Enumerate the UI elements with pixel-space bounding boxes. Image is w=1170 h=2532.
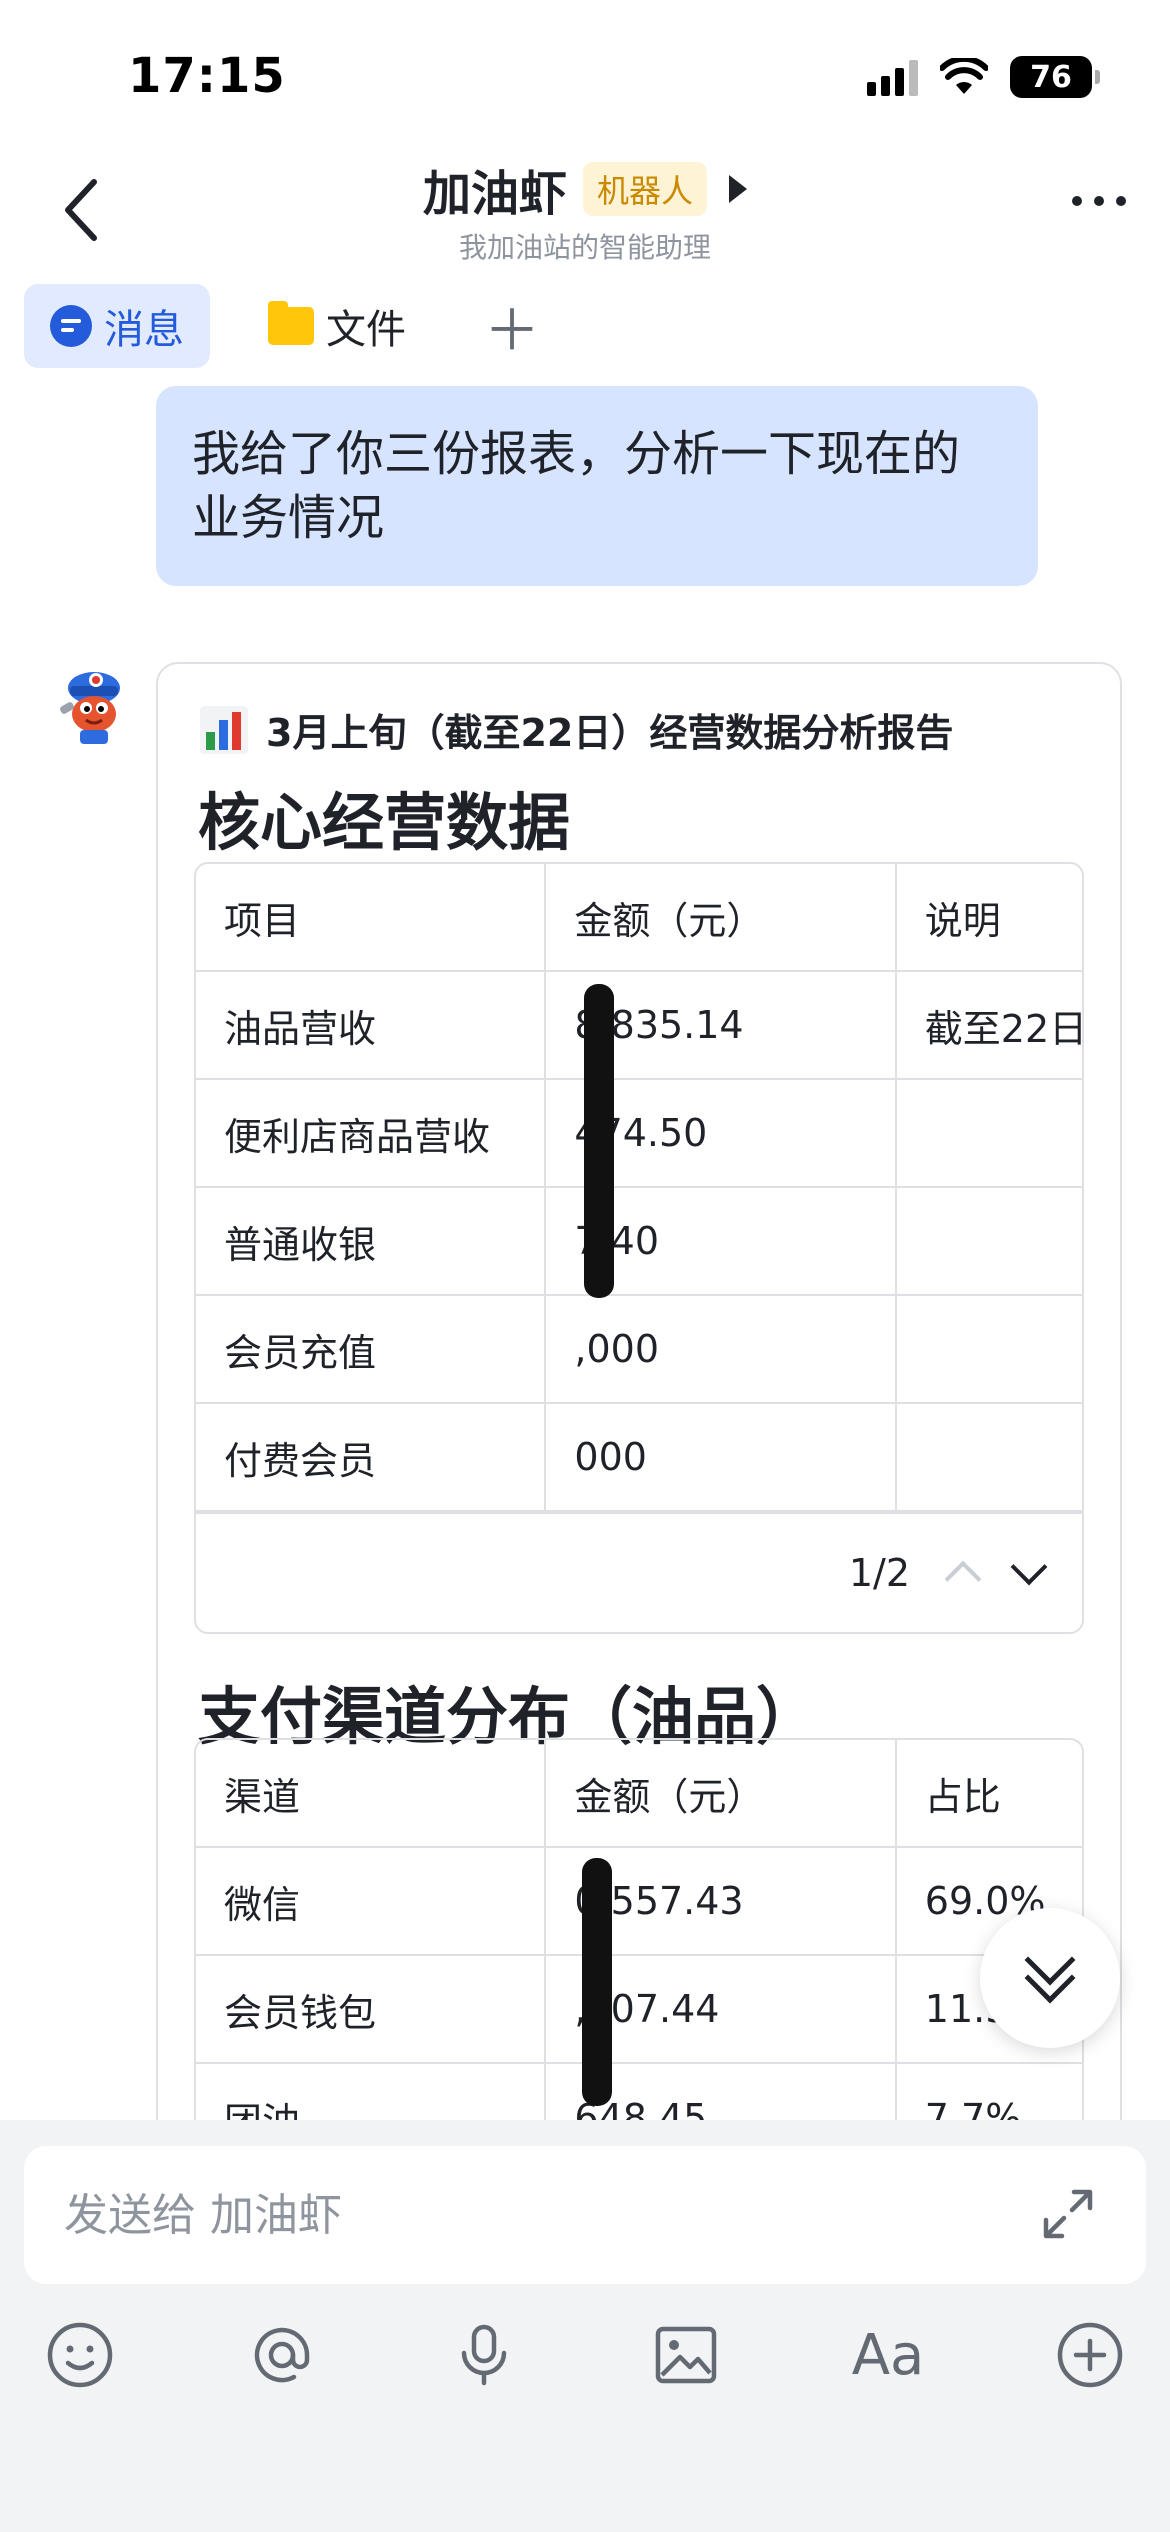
bot-report-card[interactable]: 3月上旬（截至22日）经营数据分析报告 核心经营数据 项目 金额（元） 说明 油…: [156, 662, 1122, 2120]
image-button[interactable]: [650, 2319, 722, 2391]
chat-title-row[interactable]: 加油虾 机器人: [0, 154, 1170, 224]
table-row: 会员钱包 ,907.44 11.5: [196, 1956, 1082, 2064]
chat-tabs: 消息 文件 ＋: [24, 284, 560, 368]
plus-circle-icon: [1057, 2322, 1123, 2388]
message-composer[interactable]: [24, 2146, 1146, 2284]
report-title: 3月上旬（截至22日）经营数据分析报告: [266, 711, 954, 755]
report-title-row: 3月上旬（截至22日）经营数据分析报告: [200, 702, 953, 757]
cellular-signal-icon: [867, 58, 918, 96]
table-header-cell: 项目: [196, 864, 547, 970]
emoji-icon: [47, 2322, 113, 2388]
table-cell: 普通收银: [196, 1188, 547, 1294]
table-row: 微信 0,557.43 69.0%: [196, 1848, 1082, 1956]
table-cell: 7.7%: [924, 2096, 1022, 2120]
bar-chart-icon: [200, 705, 248, 754]
chat-title: 加油虾: [422, 166, 567, 222]
status-time: 17:15: [128, 48, 286, 104]
wifi-icon: [940, 58, 988, 94]
battery-icon: 76: [1010, 56, 1100, 98]
redaction-mark: [584, 984, 614, 1298]
section-title-core-data: 核心经营数据: [198, 786, 571, 859]
font-format-icon: Aa: [851, 2322, 925, 2388]
table-row: 付费会员 000: [196, 1404, 1082, 1512]
microphone-icon: [461, 2324, 507, 2386]
table-cell: 油品营收: [196, 972, 547, 1078]
bot-badge: 机器人: [583, 162, 708, 216]
chevron-up-icon[interactable]: [944, 1560, 982, 1598]
redaction-mark: [582, 1858, 612, 2106]
tab-messages[interactable]: 消息: [24, 284, 210, 368]
table-row: 普通收银 7.40: [196, 1188, 1082, 1296]
table-cell: 团油: [196, 2064, 547, 2120]
table-cell: 微信: [196, 1848, 547, 1954]
table-pager: 1/2: [196, 1512, 1082, 1632]
voice-button[interactable]: [448, 2319, 520, 2391]
emoji-button[interactable]: [44, 2319, 116, 2391]
play-triangle-icon: [729, 175, 748, 203]
expand-icon[interactable]: [1038, 2184, 1098, 2244]
message-input[interactable]: [64, 2182, 964, 2248]
table-cell: 会员钱包: [196, 1956, 547, 2062]
add-tab-plus-icon[interactable]: ＋: [464, 286, 560, 367]
tab-messages-label: 消息: [104, 307, 184, 353]
table-cell: ,000: [546, 1296, 897, 1402]
table-cell: 会员充值: [196, 1296, 547, 1402]
table-cell: 截至22日: [924, 1006, 1082, 1051]
table-header-cell: 渠道: [196, 1740, 547, 1846]
payment-channel-table[interactable]: 渠道 金额（元） 占比 微信 0,557.43 69.0% 会员钱包 ,907.…: [194, 1738, 1084, 2120]
status-bar: 17:15 76: [0, 0, 1170, 140]
table-cell: [897, 1188, 1082, 1294]
more-actions-button[interactable]: [1054, 2319, 1126, 2391]
more-options-icon[interactable]: [1072, 196, 1126, 206]
table-row: 会员充值 ,000: [196, 1296, 1082, 1404]
table-header-cell: 占比: [924, 1774, 1001, 1819]
text-format-button[interactable]: Aa: [851, 2319, 925, 2391]
table-header-cell: 金额（元）: [546, 864, 897, 970]
tab-files-label: 文件: [326, 307, 406, 353]
tab-files[interactable]: 文件: [242, 284, 432, 368]
table-row: 便利店商品营收 474.50: [196, 1080, 1082, 1188]
table-cell: 便利店商品营收: [196, 1080, 547, 1186]
chevron-down-icon[interactable]: [1010, 1548, 1048, 1586]
composer-toolbar: Aa: [0, 2300, 1170, 2410]
image-icon: [655, 2326, 717, 2384]
chat-area[interactable]: 我给了你三份报表，分析一下现在的业务情况 3月上旬（截至22日）经营数据分析报告: [0, 368, 1170, 2120]
core-data-table[interactable]: 项目 金额（元） 说明 油品营收 8,835.14 截至22日 便利店商品营收 …: [194, 862, 1084, 1634]
table-row: 油品营收 8,835.14 截至22日: [196, 972, 1082, 1080]
table-cell: 000: [546, 1404, 897, 1510]
table-cell: [897, 1296, 1082, 1402]
mention-button[interactable]: [246, 2319, 318, 2391]
table-cell: [897, 1404, 1082, 1510]
chat-subtitle: 我加油站的智能助理: [458, 231, 711, 264]
bot-avatar[interactable]: [50, 658, 138, 746]
table-header-row: 渠道 金额（元） 占比: [196, 1740, 1082, 1848]
chat-header: 加油虾 机器人 我加油站的智能助理: [0, 140, 1170, 280]
user-message-bubble[interactable]: 我给了你三份报表，分析一下现在的业务情况: [156, 386, 1038, 586]
table-row: 团油 648.45 7.7%: [196, 2064, 1082, 2120]
folder-icon: [268, 301, 314, 345]
message-icon: [50, 305, 92, 347]
pager-indicator: 1/2: [848, 1551, 910, 1595]
table-header-cell: 说明: [924, 898, 1001, 943]
status-icons: 76: [867, 56, 1100, 98]
table-cell: [897, 1080, 1082, 1186]
table-header-cell: 金额（元）: [546, 1740, 897, 1846]
table-header-row: 项目 金额（元） 说明: [196, 864, 1082, 972]
table-cell: 付费会员: [196, 1404, 547, 1510]
at-sign-icon: [254, 2327, 310, 2383]
scroll-to-bottom-button[interactable]: [980, 1908, 1120, 2048]
